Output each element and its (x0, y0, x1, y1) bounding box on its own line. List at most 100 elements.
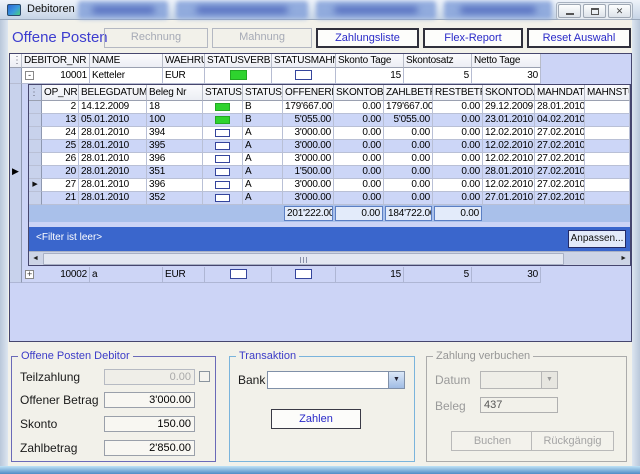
col-skontodatum[interactable]: SKONTODAT (483, 85, 535, 101)
status-cell[interactable] (203, 140, 243, 153)
status2-cell[interactable]: A (243, 179, 283, 192)
expand-expander[interactable]: + (25, 270, 34, 279)
status2-cell[interactable]: A (243, 166, 283, 179)
op-nr-cell[interactable]: 13 (42, 114, 79, 127)
op-nr-cell[interactable]: 20 (42, 166, 79, 179)
scrollbar-thumb[interactable] (43, 253, 564, 265)
status-cell[interactable] (203, 192, 243, 205)
op-nr-cell[interactable]: 25 (42, 140, 79, 153)
debitor-nr-cell[interactable]: + 10002 (22, 267, 90, 283)
detail-row-current[interactable]: ▶ 27 28.01.2010 396 A 3'000.00 0.00 0.00… (29, 179, 630, 192)
skontodatum-cell[interactable]: 12.02.2010 (483, 127, 535, 140)
beleg-nr-cell[interactable]: 396 (147, 179, 203, 192)
zahlbetrag-cell[interactable]: 0.00 (384, 192, 433, 205)
col-mahndatum[interactable]: MAHNDATUI (535, 85, 585, 101)
detail-row[interactable]: 2 14.12.2009 18 B 179'667.00 0.00 179'66… (29, 101, 630, 114)
netto-tage-cell[interactable]: 30 (472, 267, 541, 283)
minimize-button[interactable] (558, 4, 581, 18)
mahnstufe-cell[interactable] (585, 192, 630, 205)
zahlbetrag-field[interactable]: 2'850.00 (104, 440, 195, 456)
beleg-nr-cell[interactable]: 394 (147, 127, 203, 140)
belegdatum-cell[interactable]: 28.01.2010 (79, 179, 147, 192)
skontobetrag-cell[interactable]: 0.00 (334, 114, 384, 127)
collapse-expander[interactable]: - (25, 71, 34, 80)
op-nr-cell[interactable]: 26 (42, 153, 79, 166)
beleg-nr-cell[interactable]: 18 (147, 101, 203, 114)
status2-cell[interactable]: A (243, 192, 283, 205)
detail-row[interactable]: 13 05.01.2010 100 B 5'055.00 0.00 5'055.… (29, 114, 630, 127)
statusverbucht-cell[interactable] (205, 267, 272, 283)
skontosatz-cell[interactable]: 5 (404, 68, 472, 84)
mahndatum-cell[interactable]: 27.02.2010 (535, 192, 585, 205)
col-mahnstufe[interactable]: MAHNSTU (585, 85, 630, 101)
debitor-nr-cell[interactable]: - 10001 (22, 68, 90, 84)
restbetrag-cell[interactable]: 0.00 (433, 179, 483, 192)
col-netto-tage[interactable]: Netto Tage (472, 54, 541, 68)
zahlbetrag-cell[interactable]: 0.00 (384, 153, 433, 166)
col-debitor-nr[interactable]: DEBITOR_NR (22, 54, 90, 68)
col-belegdatum[interactable]: BELEGDATUM (79, 85, 147, 101)
skonto-field[interactable]: 150.00 (104, 416, 195, 432)
op-nr-cell[interactable]: 24 (42, 127, 79, 140)
maximize-button[interactable] (583, 4, 606, 18)
mahndatum-cell[interactable]: 28.01.2010 (535, 101, 585, 114)
col-skontosatz[interactable]: Skontosatz (404, 54, 472, 68)
skonto-tage-cell[interactable]: 15 (336, 68, 404, 84)
col-status[interactable]: STATUS (203, 85, 243, 101)
offenerbetrag-cell[interactable]: 5'055.00 (283, 114, 334, 127)
offener-betrag-field[interactable]: 3'000.00 (104, 392, 195, 408)
master-row-10002[interactable]: + 10002 a EUR 15 5 30 (10, 267, 631, 283)
zahlbetrag-cell[interactable]: 0.00 (384, 166, 433, 179)
scroll-right-icon[interactable]: ► (620, 255, 627, 262)
mahnstufe-cell[interactable] (585, 153, 630, 166)
waehrung-cell[interactable]: EUR (163, 68, 205, 84)
rechnung-button[interactable]: Rechnung (104, 28, 208, 48)
restbetrag-cell[interactable]: 0.00 (433, 192, 483, 205)
skontodatum-cell[interactable]: 12.02.2010 (483, 140, 535, 153)
mahnstufe-cell[interactable] (585, 179, 630, 192)
offenerbetrag-cell[interactable]: 3'000.00 (283, 140, 334, 153)
skonto-tage-cell[interactable]: 15 (336, 267, 404, 283)
status2-cell[interactable]: A (243, 153, 283, 166)
skontodatum-cell[interactable]: 27.01.2010 (483, 192, 535, 205)
col-zahlbetrag[interactable]: ZAHLBETRA (384, 85, 433, 101)
col-op-nr[interactable]: OP_NR (42, 85, 79, 101)
skontodatum-cell[interactable]: 12.02.2010 (483, 179, 535, 192)
belegdatum-cell[interactable]: 05.01.2010 (79, 114, 147, 127)
status2-cell[interactable]: B (243, 114, 283, 127)
skontobetrag-cell[interactable]: 0.00 (334, 140, 384, 153)
offenerbetrag-cell[interactable]: 179'667.00 (283, 101, 334, 114)
col-statusmahnen[interactable]: STATUSMAHNEN (272, 54, 336, 68)
zahlbetrag-cell[interactable]: 0.00 (384, 127, 433, 140)
detail-row[interactable]: 26 28.01.2010 396 A 3'000.00 0.00 0.00 0… (29, 153, 630, 166)
teilzahlung-checkbox[interactable] (199, 371, 210, 382)
zahlungsliste-button[interactable]: Zahlungsliste (316, 28, 419, 48)
belegdatum-cell[interactable]: 28.01.2010 (79, 153, 147, 166)
zahlen-button[interactable]: Zahlen (271, 409, 361, 429)
status-cell[interactable] (203, 166, 243, 179)
zahlbetrag-cell[interactable]: 0.00 (384, 179, 433, 192)
detail-row[interactable]: 24 28.01.2010 394 A 3'000.00 0.00 0.00 0… (29, 127, 630, 140)
dropdown-arrow-icon[interactable]: ▼ (388, 372, 404, 388)
mahndatum-cell[interactable]: 27.02.2010 (535, 166, 585, 179)
belegdatum-cell[interactable]: 14.12.2009 (79, 101, 147, 114)
statusverbucht-cell[interactable] (205, 68, 272, 84)
mahndatum-cell[interactable]: 27.02.2010 (535, 153, 585, 166)
mahndatum-cell[interactable]: 27.02.2010 (535, 127, 585, 140)
col-offenerbetrag[interactable]: OFFENERBE (283, 85, 334, 101)
skontobetrag-cell[interactable]: 0.00 (334, 153, 384, 166)
restbetrag-cell[interactable]: 0.00 (433, 153, 483, 166)
status-cell[interactable] (203, 101, 243, 114)
col-skontobetrag[interactable]: SKONTOBET (334, 85, 384, 101)
beleg-nr-cell[interactable]: 396 (147, 153, 203, 166)
mahndatum-cell[interactable]: 27.02.2010 (535, 140, 585, 153)
col-beleg-nr[interactable]: Beleg Nr (147, 85, 203, 101)
mahnstufe-cell[interactable] (585, 101, 630, 114)
name-cell[interactable]: Ketteler (90, 68, 163, 84)
mahnstufe-cell[interactable] (585, 114, 630, 127)
beleg-nr-cell[interactable]: 351 (147, 166, 203, 179)
status2-cell[interactable]: A (243, 140, 283, 153)
restbetrag-cell[interactable]: 0.00 (433, 101, 483, 114)
skontobetrag-cell[interactable]: 0.00 (334, 166, 384, 179)
col-waehrung[interactable]: WAEHRU (163, 54, 205, 68)
